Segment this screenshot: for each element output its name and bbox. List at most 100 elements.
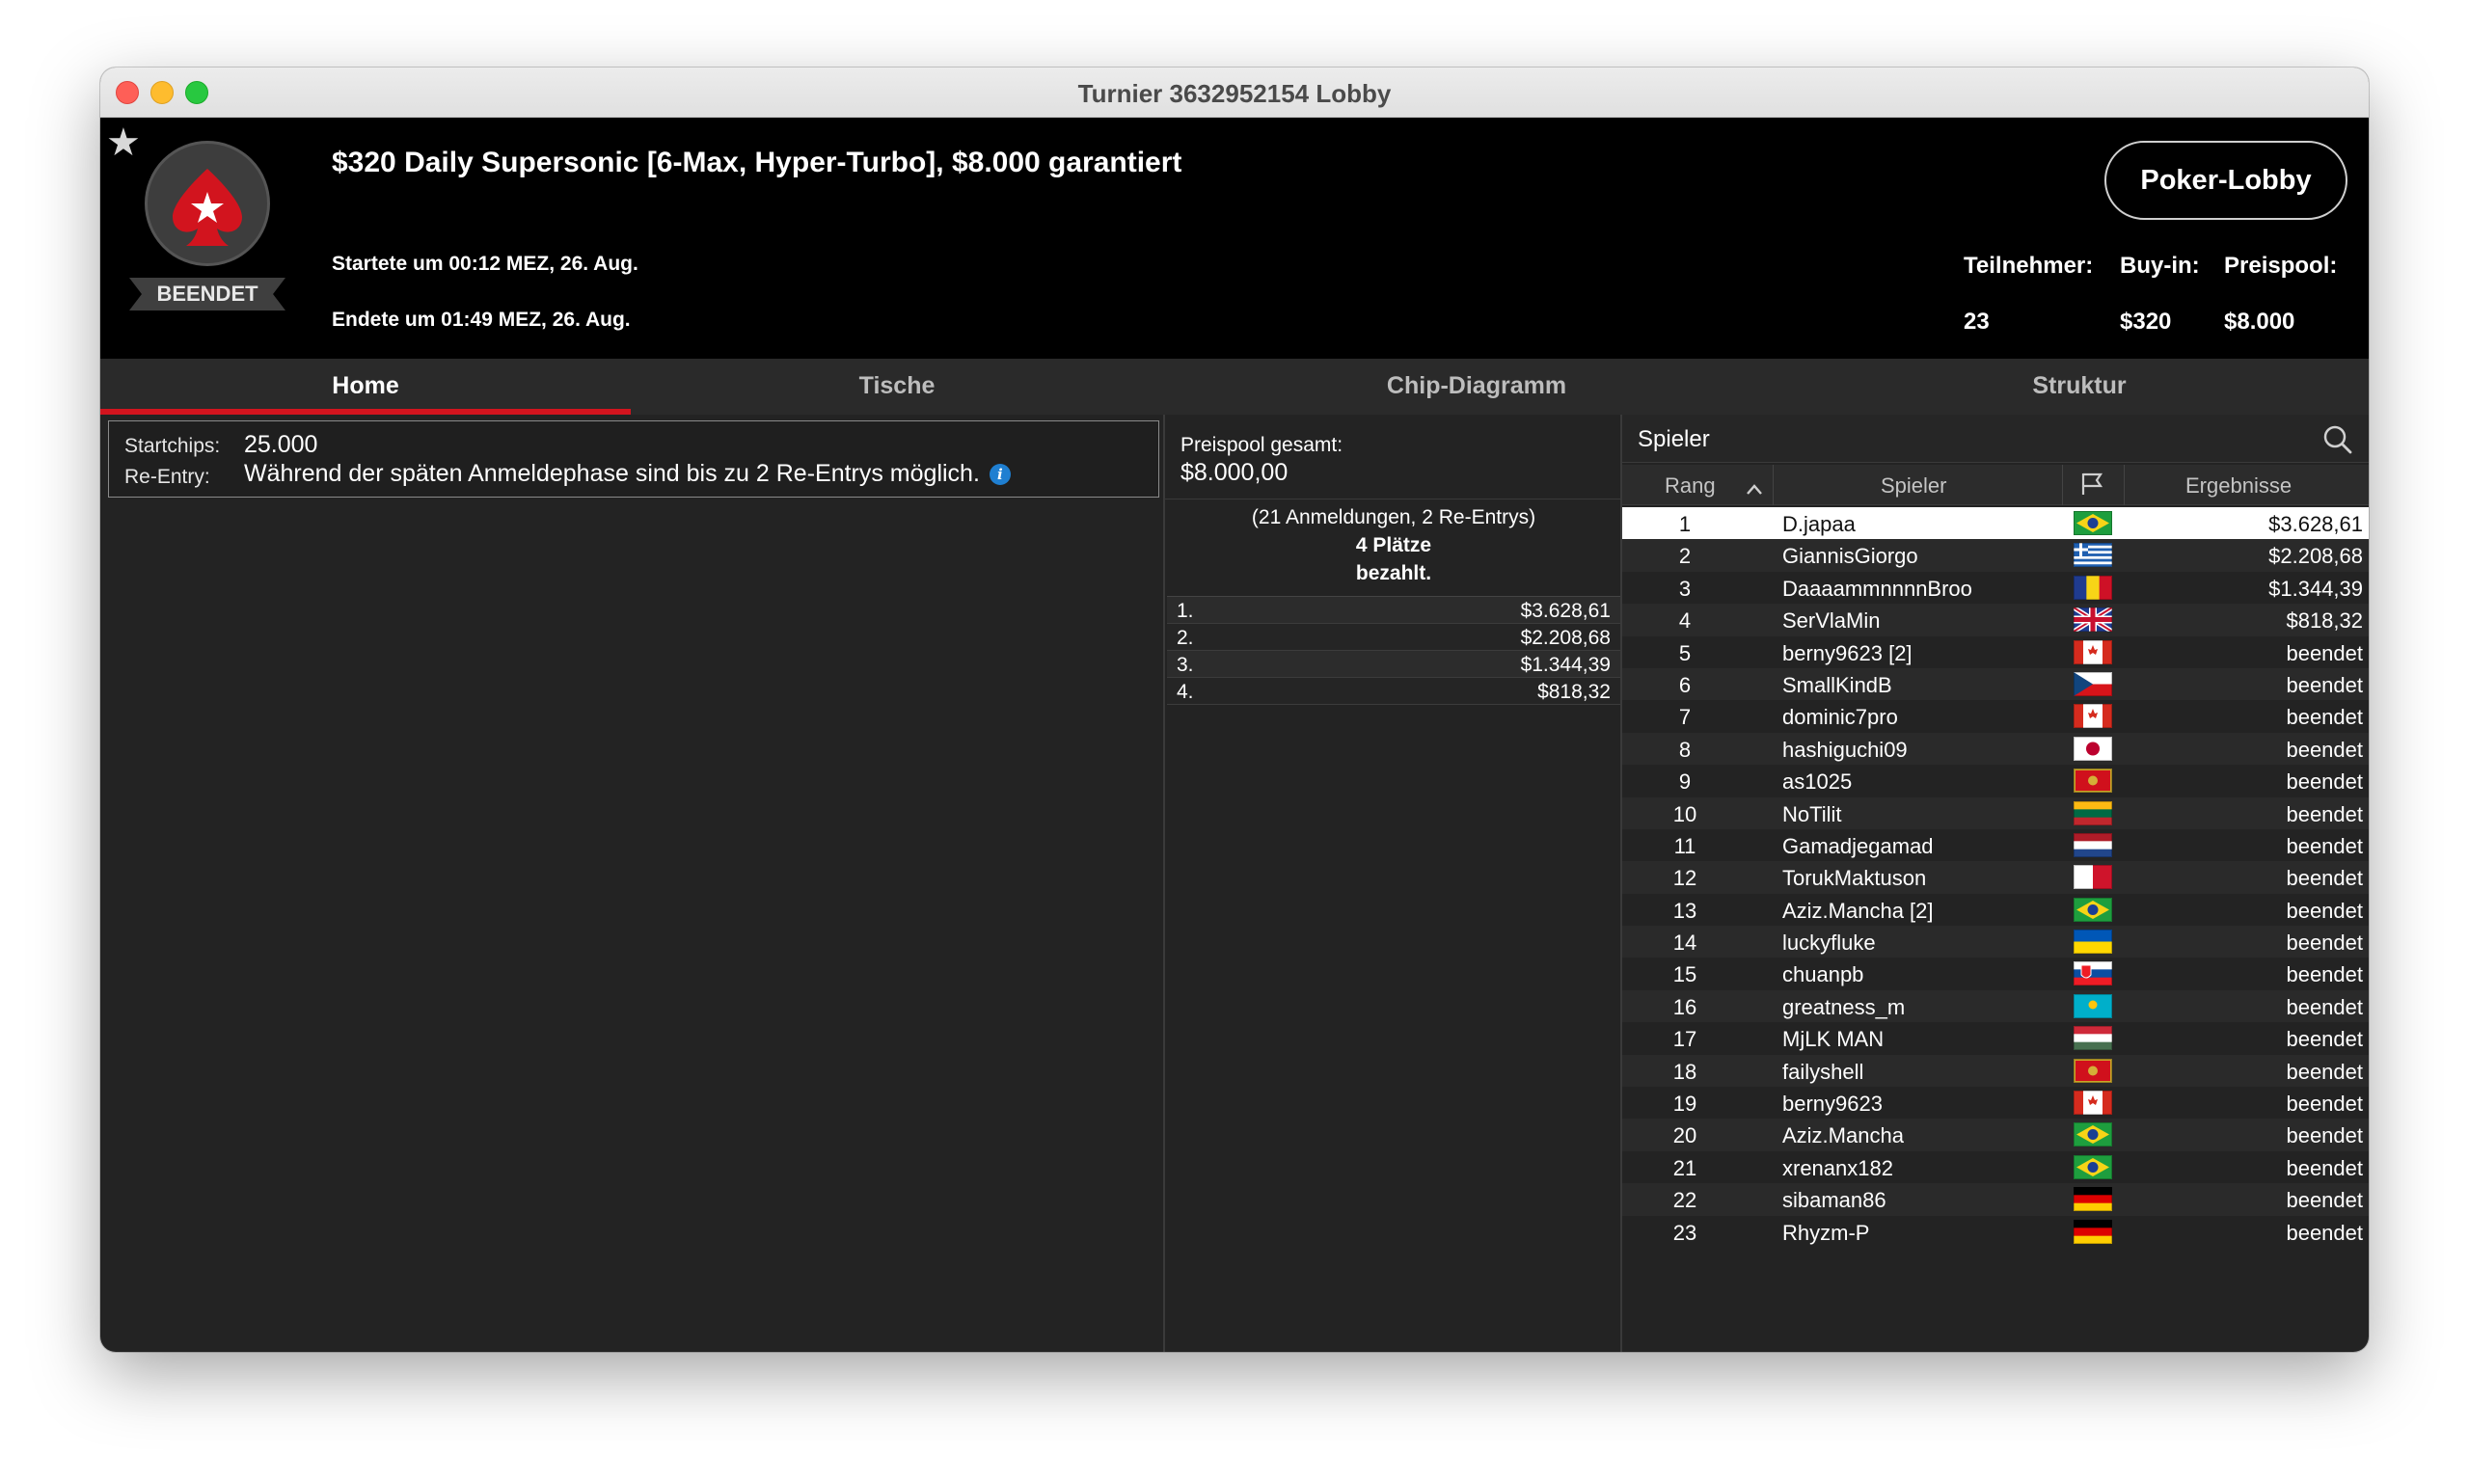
table-row[interactable]: 6 SmallKindB beendet [1622, 667, 2369, 701]
column-flag-icon[interactable] [2079, 472, 2104, 502]
player-name: failyshell [1782, 1059, 1864, 1084]
table-row[interactable]: 2 GiannisGiorgo $2.208,68 [1622, 539, 2369, 572]
participants-value: 23 [1964, 309, 1990, 335]
player-rank: 12 [1672, 866, 1697, 891]
reentry-value: Während der späten Anmeldephase sind bis… [244, 460, 1011, 488]
column-separator [2124, 465, 2125, 505]
table-row[interactable]: 12 TorukMaktuson beendet [1622, 861, 2369, 894]
table-row[interactable]: 17 MjLK MAN beendet [1622, 1022, 2369, 1055]
table-row[interactable]: 13 Aziz.Mancha [2] beendet [1622, 893, 2369, 927]
payout-list: 1. $3.628,61 2. $2.208,68 3. $1.344,39 4. $818,… [1167, 596, 1620, 705]
column-separator [2062, 465, 2063, 505]
player-name: NoTilit [1782, 801, 1842, 826]
table-row[interactable]: 16 greatness_m beendet [1622, 989, 2369, 1023]
table-row[interactable]: 22 sibaman86 beendet [1622, 1183, 2369, 1216]
column-divider [1163, 415, 1165, 1352]
table-row[interactable]: 8 hashiguchi09 beendet [1622, 732, 2369, 766]
table-row[interactable]: 18 failyshell beendet [1622, 1054, 2369, 1088]
player-result: beendet [2286, 1188, 2363, 1213]
reentry-label: Re-Entry: [124, 466, 210, 488]
favorite-star-icon[interactable]: ★ [106, 123, 141, 162]
players-title: Spieler [1638, 426, 1710, 452]
table-row[interactable]: 5 berny9623 [2] beendet [1622, 635, 2369, 668]
player-result: beendet [2286, 769, 2363, 795]
payout-place: 1. [1177, 600, 1194, 622]
tournament-name: $320 Daily Supersonic [6-Max, Hyper-Turb… [332, 147, 1182, 178]
table-row[interactable]: 7 dominic7pro beendet [1622, 700, 2369, 733]
table-row[interactable]: 14 luckyfluke beendet [1622, 926, 2369, 958]
column-player[interactable]: Spieler [1881, 473, 1946, 499]
player-result: beendet [2286, 833, 2363, 858]
tab-home[interactable]: Home [100, 359, 631, 415]
player-rank: 14 [1672, 931, 1697, 956]
kazakhstan-flag-icon [2074, 993, 2112, 1018]
spade-star-icon [173, 169, 242, 246]
prizepool-label: Preispool: [2224, 253, 2338, 279]
startchips-label: Startchips: [124, 435, 221, 457]
player-name: Gamadjegamad [1782, 833, 1934, 858]
player-rank: 16 [1672, 994, 1697, 1019]
player-name: chuanpb [1782, 962, 1864, 987]
player-name: GiannisGiorgo [1782, 544, 1918, 569]
romania-flag-icon [2074, 575, 2113, 600]
reentry-text: Während der späten Anmeldephase sind bis… [244, 460, 980, 487]
table-row[interactable]: 10 NoTilit beendet [1622, 796, 2369, 829]
buyin-value: $320 [2120, 309, 2172, 335]
player-name: Aziz.Mancha [2] [1782, 898, 1934, 923]
table-row[interactable]: 20 Aziz.Mancha beendet [1622, 1119, 2369, 1151]
table-row[interactable]: 3 DaaaammnnnnBroo $1.344,39 [1622, 571, 2369, 605]
table-row[interactable]: 1 D.japaa $3.628,61 [1622, 507, 2369, 540]
player-result: beendet [2286, 1123, 2363, 1148]
slovakia-flag-icon [2074, 961, 2112, 986]
tab-tische[interactable]: Tische [631, 359, 1163, 415]
table-row[interactable]: 4 SerVlaMin $818,32 [1622, 604, 2369, 636]
entries-note: (21 Anmeldungen, 2 Re-Entrys) [1251, 506, 1536, 528]
lithuania-flag-icon [2074, 800, 2112, 826]
player-rank: 3 [1678, 576, 1692, 601]
player-rank: 15 [1672, 962, 1697, 987]
table-row[interactable]: 23 Rhyzm-P beendet [1622, 1215, 2369, 1248]
paid-places: 4 Plätze [1355, 534, 1432, 556]
table-row[interactable]: 21 xrenanx182 beendet [1622, 1150, 2369, 1184]
player-rank: 2 [1678, 544, 1692, 569]
table-row[interactable]: 19 berny9623 beendet [1622, 1087, 2369, 1120]
column-results[interactable]: Ergebnisse [2185, 473, 2292, 499]
brazil-flag-icon [2074, 511, 2112, 535]
table-row[interactable]: 11 Gamadjegamad beendet [1622, 828, 2369, 862]
player-rank: 21 [1672, 1155, 1697, 1180]
player-result: beendet [2286, 994, 2363, 1019]
paid-word: bezahlt. [1355, 562, 1432, 584]
info-icon[interactable]: i [989, 464, 1011, 485]
player-name: xrenanx182 [1782, 1155, 1893, 1180]
player-name: dominic7pro [1782, 705, 1898, 730]
player-rank: 13 [1672, 898, 1697, 923]
tab-chip-diagramm[interactable]: Chip-Diagramm [1163, 359, 1790, 415]
player-result: $2.208,68 [2268, 544, 2363, 569]
payout-place: 4. [1177, 681, 1194, 703]
player-name: greatness_m [1782, 994, 1906, 1019]
payout-place: 2. [1177, 627, 1194, 649]
payout-amount: $1.344,39 [1520, 654, 1611, 676]
payout-amount: $3.628,61 [1520, 600, 1611, 622]
prizepool-total-value: $8.000,00 [1180, 459, 1289, 486]
czech-flag-icon [2074, 671, 2112, 696]
table-row[interactable]: 15 chuanpb beendet [1622, 958, 2369, 990]
player-rank: 1 [1678, 512, 1692, 536]
netherlands-flag-icon [2074, 832, 2112, 858]
participants-label: Teilnehmer: [1964, 253, 2094, 279]
payout-amount: $818,32 [1537, 681, 1611, 703]
tab-bar: Home Tische Chip-Diagramm Struktur [100, 359, 2369, 415]
player-rank: 22 [1672, 1188, 1697, 1213]
payout-amount: $2.208,68 [1520, 627, 1611, 649]
table-row[interactable]: 9 as1025 beendet [1622, 765, 2369, 797]
player-result: $818,32 [2286, 608, 2363, 634]
player-rank: 10 [1672, 801, 1697, 826]
buyin-label: Buy-in: [2120, 253, 2200, 279]
sort-ascending-icon[interactable] [1746, 476, 1763, 501]
player-result: $1.344,39 [2268, 576, 2363, 601]
search-icon[interactable] [2322, 424, 2353, 455]
poker-lobby-button[interactable]: Poker-Lobby [2104, 141, 2347, 220]
tab-struktur[interactable]: Struktur [1790, 359, 2369, 415]
player-name: SmallKindB [1782, 672, 1892, 697]
column-rank[interactable]: Rang [1665, 473, 1716, 499]
